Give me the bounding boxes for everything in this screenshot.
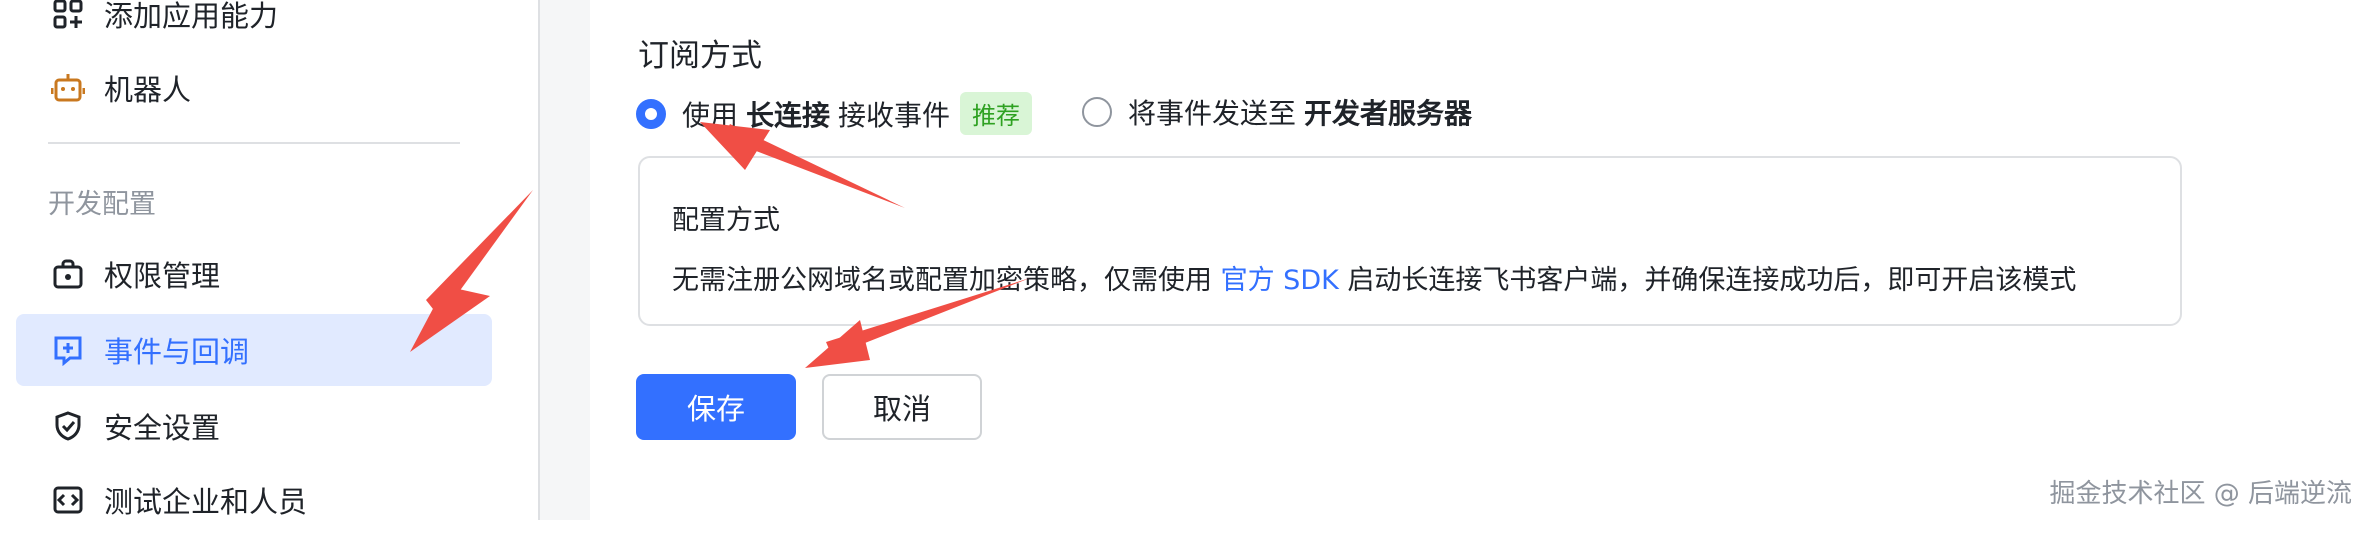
robot-icon [50,70,86,106]
recommended-badge: 推荐 [960,92,1033,135]
option-developer-server[interactable]: 将事件发送至 开发者服务器 [1082,92,1480,132]
event-icon [50,332,86,368]
desc-text: 启动长连接飞书客户端，并确保连接成功后，即可开启该模式 [1347,265,2077,296]
shield-icon [50,408,86,444]
sidebar-item-events-callbacks[interactable]: 事件与回调 [16,314,492,386]
config-card-title: 配置方式 [672,205,780,236]
sidebar: 添加应用能力 机器人 开发配置 权限管理 事件与回调 安全设置 测试企业和人员 [0,0,540,520]
option-text: 将事件发送至 [1128,97,1297,130]
sidebar-group-title: 开发配置 [48,189,156,220]
sidebar-item-label: 事件与回调 [104,335,250,369]
sidebar-item-robot[interactable]: 机器人 [16,52,492,124]
sidebar-item-label: 测试企业和人员 [104,485,308,519]
code-icon [50,482,86,518]
sidebar-divider [48,142,460,144]
sidebar-item-test-enterprise[interactable]: 测试企业和人员 [16,464,492,536]
cancel-button[interactable]: 取消 [822,374,982,440]
radio-unchecked-icon[interactable] [1082,97,1112,127]
official-sdk-link[interactable]: 官方 SDK [1221,265,1339,296]
permission-icon [50,256,86,292]
radio-checked-icon[interactable] [636,98,666,129]
config-card: 配置方式 无需注册公网域名或配置加密策略，仅需使用 官方 SDK 启动长连接飞书… [638,156,2182,326]
option-long-connection[interactable]: 使用 长连接 接收事件 推荐 [636,92,1033,135]
watermark: 掘金技术社区 @ 后端逆流 [2049,479,2352,509]
sidebar-item-security[interactable]: 安全设置 [16,390,492,462]
sidebar-item-label: 添加应用能力 [104,0,279,33]
sidebar-item-permissions[interactable]: 权限管理 [16,238,492,310]
add-apps-icon [50,0,86,32]
sidebar-item-label: 权限管理 [104,259,221,293]
option-bold-text: 长连接 [746,98,831,132]
desc-text: 无需注册公网域名或配置加密策略，仅需使用 [672,265,1212,296]
sidebar-item-label: 机器人 [104,73,192,107]
option-text: 接收事件 [838,98,951,132]
sidebar-item-label: 安全设置 [104,411,221,445]
option-text: 使用 [682,98,739,132]
save-button[interactable]: 保存 [636,374,796,440]
config-card-description: 无需注册公网域名或配置加密策略，仅需使用 官方 SDK 启动长连接飞书客户端，并… [672,258,2076,297]
content-gutter [540,0,590,520]
main-panel: 订阅方式 使用 长连接 接收事件 推荐 将事件发送至 开发者服务器 配置方式 无… [592,0,2368,520]
subscription-method-title: 订阅方式 [638,38,762,74]
sidebar-item-add-app-capability[interactable]: 添加应用能力 [16,0,492,50]
option-bold-text: 开发者服务器 [1304,97,1473,130]
